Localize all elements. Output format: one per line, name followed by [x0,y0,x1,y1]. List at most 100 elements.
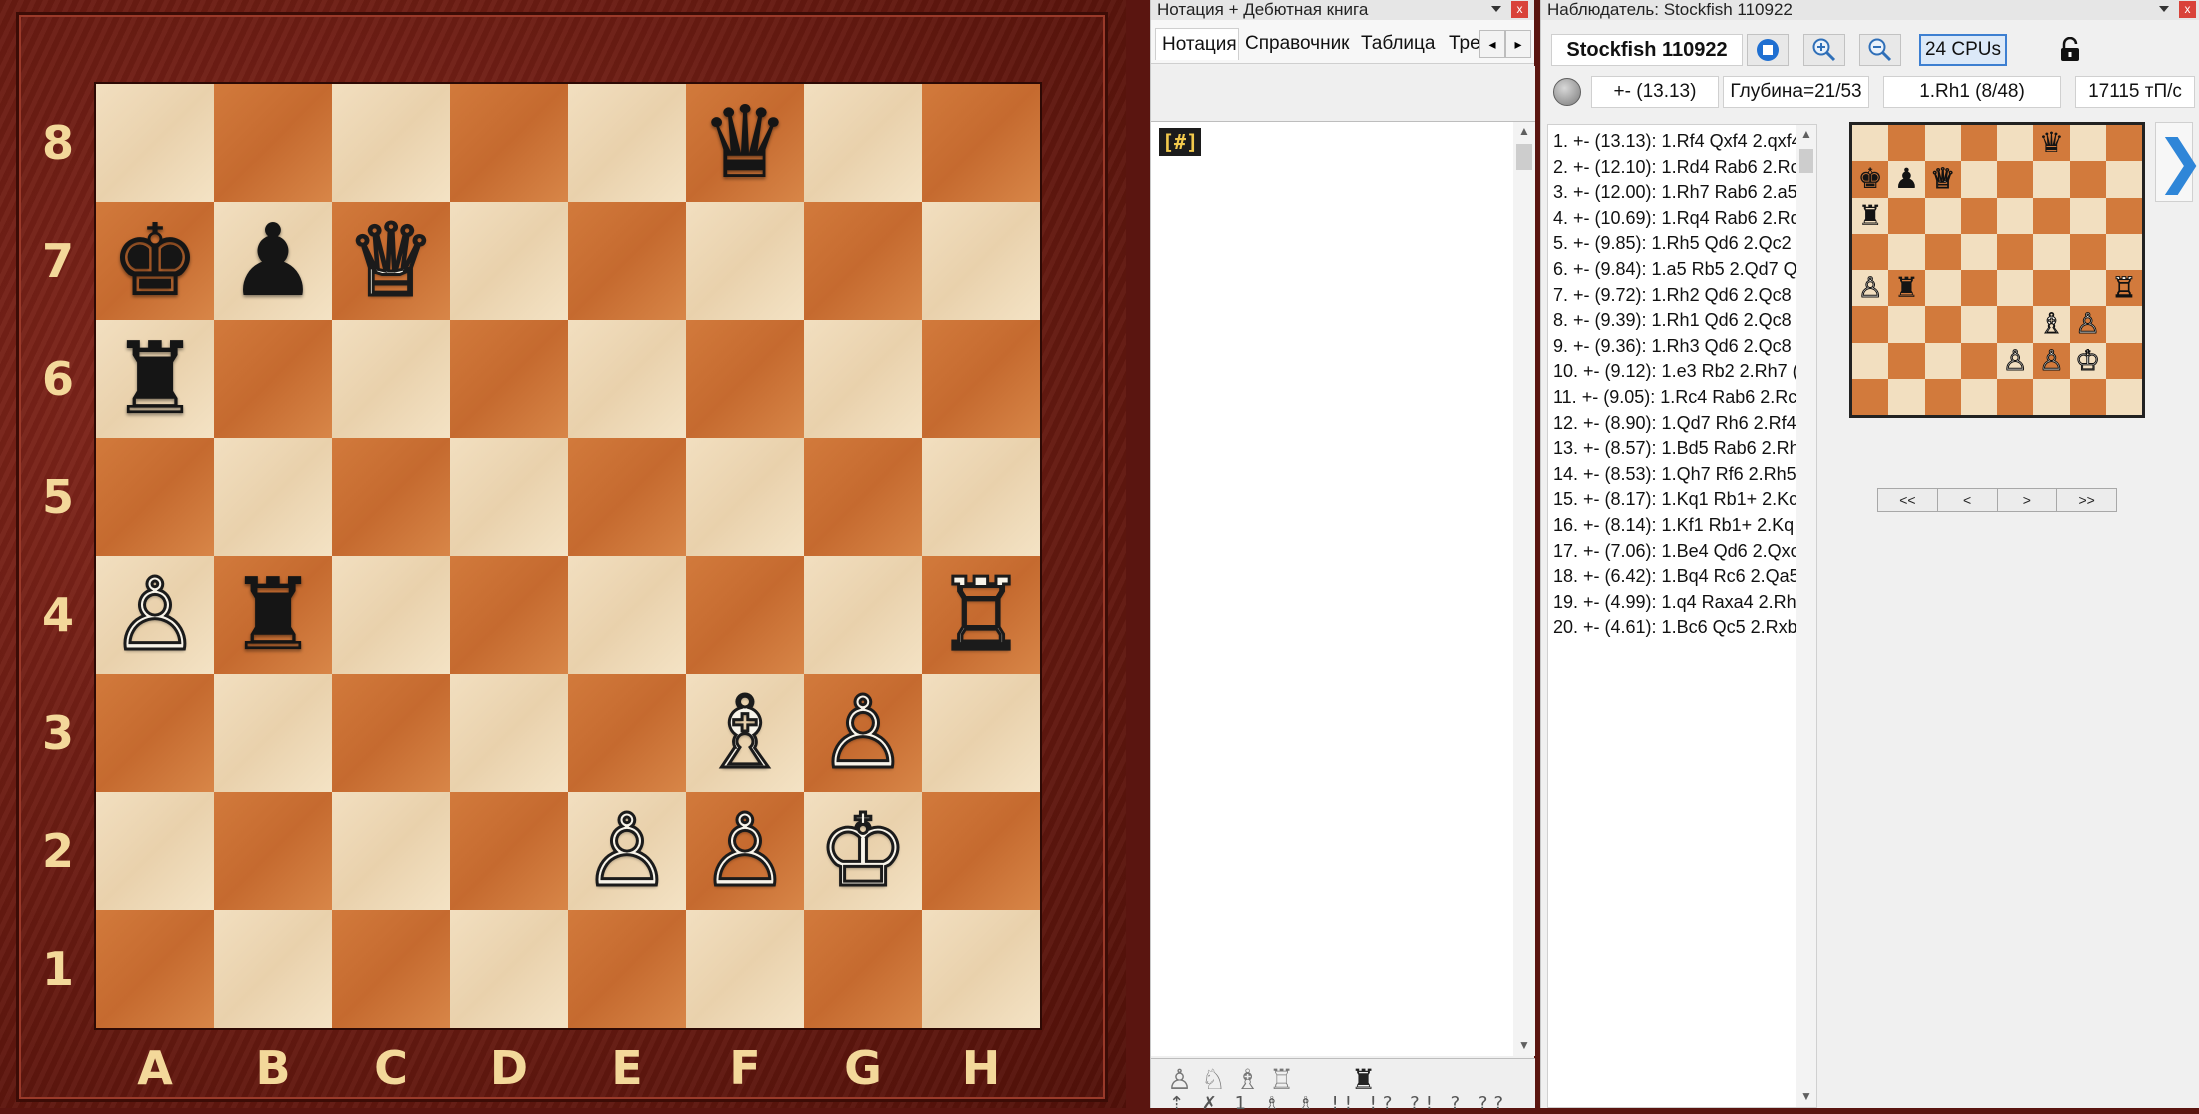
square-g8[interactable] [804,84,922,202]
nav-last-button[interactable]: >> [2057,489,2116,511]
analysis-line[interactable]: 3. +- (12.00): 1.Rh7 Rab6 2.a5 [1548,180,1798,206]
piece-b4[interactable]: ♜ [228,565,318,665]
insert-piece-button[interactable]: ♜ [1351,1063,1376,1096]
piece-f2[interactable]: ♙ [699,799,792,902]
result-tag[interactable]: [#] [1159,128,1202,156]
square-e5[interactable] [568,438,686,556]
square-c1[interactable] [332,910,450,1028]
square-b1[interactable] [214,910,332,1028]
square-e6[interactable] [568,320,686,438]
square-h6[interactable] [922,320,1040,438]
analysis-line[interactable]: 13. +- (8.57): 1.Bd5 Rab6 2.Rh [1548,436,1798,462]
engine-name[interactable]: Stockfish 110922 [1551,34,1743,66]
square-g2[interactable]: ♔ [804,792,922,910]
analysis-line[interactable]: 18. +- (6.42): 1.Bq4 Rc6 2.Qa5 [1548,564,1798,590]
analysis-line[interactable]: 17. +- (7.06): 1.Be4 Qd6 2.Qxc [1548,539,1798,565]
square-b8[interactable] [214,84,332,202]
square-f5[interactable] [686,438,804,556]
square-d8[interactable] [450,84,568,202]
square-g3[interactable]: ♙ [804,674,922,792]
scroll-up-icon[interactable]: ▲ [1513,122,1535,140]
nav-first-button[interactable]: << [1878,489,1938,511]
analysis-line[interactable]: 8. +- (9.39): 1.Rh1 Qd6 2.Qc8 [1548,308,1798,334]
square-e3[interactable] [568,674,686,792]
dropdown-icon[interactable] [2157,2,2171,16]
analysis-line[interactable]: 9. +- (9.36): 1.Rh3 Qd6 2.Qc8 [1548,334,1798,360]
notation-scroll-thumb[interactable] [1516,144,1532,170]
square-c6[interactable] [332,320,450,438]
square-a8[interactable] [96,84,214,202]
insert-piece-button[interactable]: ♗ [1235,1063,1260,1096]
square-e4[interactable] [568,556,686,674]
piece-a7[interactable]: ♚ [110,211,200,311]
analysis-line[interactable]: 1. +- (13.13): 1.Rf4 Qxf4 2.qxf4 [1548,129,1798,155]
square-e2[interactable]: ♙ [568,792,686,910]
square-h4[interactable]: ♖ [922,556,1040,674]
square-h8[interactable] [922,84,1040,202]
square-b3[interactable] [214,674,332,792]
analysis-scrollbar[interactable]: ▲ ▼ [1796,125,1816,1107]
insert-piece-button[interactable]: ♖ [1269,1063,1294,1096]
analysis-line[interactable]: 16. +- (8.14): 1.Kf1 Rb1+ 2.Kq [1548,513,1798,539]
square-h3[interactable] [922,674,1040,792]
annotation-symbols[interactable]: ⇡ ✗ 1 ♗ ♗ !! !? ?! ? ?? [1169,1093,1509,1114]
scroll-up-icon[interactable]: ▲ [1796,125,1816,143]
analysis-line[interactable]: 14. +- (8.53): 1.Qh7 Rf6 2.Rh5 [1548,462,1798,488]
square-d1[interactable] [450,910,568,1028]
scroll-down-icon[interactable]: ▼ [1513,1036,1535,1054]
piece-c7[interactable]: ♕ [345,209,438,312]
square-f7[interactable] [686,202,804,320]
square-a2[interactable] [96,792,214,910]
analysis-line[interactable]: 2. +- (12.10): 1.Rd4 Rab6 2.Rc4 [1548,155,1798,181]
close-notation-button[interactable]: x [1511,1,1528,18]
square-e8[interactable] [568,84,686,202]
preview-board[interactable]: ♛ ♚ ♟ ♕ ♜ ♙ ♜ ♖ ♗ ♙ ♙ ♙ ♔ [1849,122,2145,418]
square-c8[interactable] [332,84,450,202]
nav-next-button[interactable]: > [1997,489,2058,511]
square-f2[interactable]: ♙ [686,792,804,910]
analysis-line[interactable]: 11. +- (9.05): 1.Rc4 Rab6 2.Rc [1548,385,1798,411]
analysis-line[interactable]: 5. +- (9.85): 1.Rh5 Qd6 2.Qc2 [1548,231,1798,257]
piece-g3[interactable]: ♙ [817,681,910,784]
analysis-line[interactable]: 20. +- (4.61): 1.Bc6 Qc5 2.Rxb [1548,615,1798,641]
analysis-line[interactable]: 6. +- (9.84): 1.a5 Rb5 2.Qd7 Q [1548,257,1798,283]
insert-piece-button[interactable]: ♙ [1167,1063,1192,1096]
square-b5[interactable] [214,438,332,556]
scroll-down-icon[interactable]: ▼ [1796,1087,1816,1105]
square-a4[interactable]: ♙ [96,556,214,674]
square-d4[interactable] [450,556,568,674]
square-g5[interactable] [804,438,922,556]
piece-e2[interactable]: ♙ [581,799,674,902]
square-c2[interactable] [332,792,450,910]
chess-board[interactable]: ♛ ♚ ♟ ♕ ♜ ♙ ♜ ♖ ♗ ♙ ♙ ♙ ♔ [96,84,1040,1028]
analysis-lines-list[interactable]: 1. +- (13.13): 1.Rf4 Qxf4 2.qxf4 2. +- (1… [1547,124,1817,1108]
piece-b7[interactable]: ♟ [228,211,318,311]
square-a7[interactable]: ♚ [96,202,214,320]
square-f3[interactable]: ♗ [686,674,804,792]
analysis-line[interactable]: 7. +- (9.72): 1.Rh2 Qd6 2.Qc8 [1548,283,1798,309]
square-a1[interactable] [96,910,214,1028]
square-b6[interactable] [214,320,332,438]
square-g1[interactable] [804,910,922,1028]
analysis-line[interactable]: 12. +- (8.90): 1.Qd7 Rh6 2.Rf4 [1548,411,1798,437]
zoom-in-button[interactable] [1803,34,1845,66]
square-h2[interactable] [922,792,1040,910]
zoom-out-button[interactable] [1859,34,1901,66]
piece-a4[interactable]: ♙ [109,563,202,666]
square-d5[interactable] [450,438,568,556]
analysis-line[interactable]: 19. +- (4.99): 1.q4 Raxa4 2.Rh [1548,590,1798,616]
square-d6[interactable] [450,320,568,438]
square-b4[interactable]: ♜ [214,556,332,674]
tabs-scroll-right-button[interactable]: ▸ [1505,30,1531,58]
piece-f3[interactable]: ♗ [699,681,792,784]
tab-table[interactable]: Таблица [1355,28,1443,60]
square-f1[interactable] [686,910,804,1028]
piece-h4[interactable]: ♖ [935,563,1028,666]
dropdown-icon[interactable] [1489,2,1503,16]
expand-panel-button[interactable]: ❯ [2155,122,2199,202]
tabs-scroll-left-button[interactable]: ◂ [1479,30,1505,58]
lock-button[interactable] [2049,34,2091,66]
square-a6[interactable]: ♜ [96,320,214,438]
square-c4[interactable] [332,556,450,674]
cpu-count-button[interactable]: 24 CPUs [1919,34,2007,66]
